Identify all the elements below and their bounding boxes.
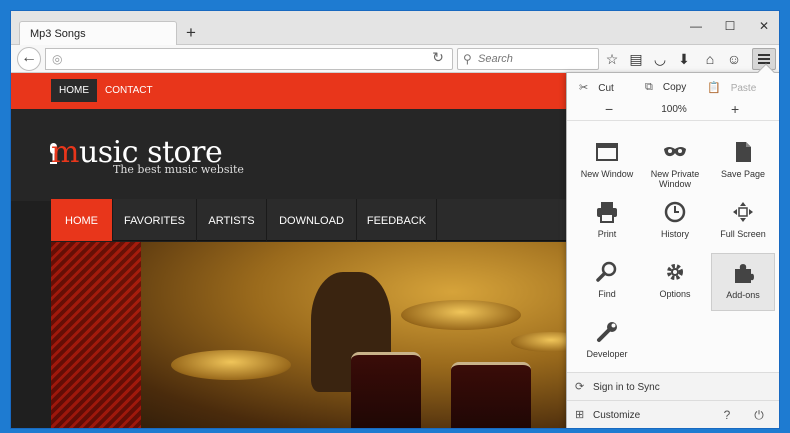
options-icon: [667, 264, 683, 280]
cymbal-right: [401, 300, 521, 330]
sync-row[interactable]: ⟳ Sign in to Sync: [567, 372, 779, 400]
drum-left: [351, 352, 421, 428]
main-nav-home[interactable]: HOME: [51, 199, 113, 241]
cut-icon: ✂: [579, 82, 589, 94]
bookmark-star-icon[interactable]: ☆: [601, 49, 623, 69]
print-icon: [597, 202, 617, 223]
find-icon: [596, 261, 617, 282]
new-window-icon: [596, 143, 618, 161]
back-arrow-icon: ←: [21, 49, 37, 66]
full-screen-icon: [733, 202, 753, 222]
main-nav-favorites[interactable]: FAVORITES: [113, 199, 197, 241]
help-icon[interactable]: ?: [717, 406, 737, 424]
back-button[interactable]: ←: [17, 47, 41, 71]
top-nav-contact[interactable]: CONTACT: [97, 79, 161, 102]
customize-button[interactable]: Customize: [593, 410, 640, 421]
reload-button[interactable]: ↻: [429, 50, 447, 68]
top-nav-home[interactable]: HOME: [51, 79, 97, 102]
download-icon[interactable]: ⬇: [673, 49, 695, 69]
options-label: Options: [659, 289, 691, 299]
addons-icon: [735, 264, 754, 283]
zoom-in-button[interactable]: +: [731, 102, 739, 116]
paste-label: Paste: [730, 83, 757, 94]
drum-right: [451, 362, 531, 428]
private-window-icon: [664, 147, 686, 157]
zoom-controls: − 100% +: [567, 99, 779, 121]
new-private-window-label: New Private Window: [650, 169, 700, 189]
history-icon: [664, 201, 686, 223]
customize-row: ⊞ Customize ? ⏻: [567, 400, 779, 428]
maximize-button[interactable]: ☐: [715, 17, 745, 37]
reading-list-icon[interactable]: ▤: [625, 49, 647, 69]
minimize-button[interactable]: —: [681, 17, 711, 37]
new-window-label: New Window: [580, 169, 634, 179]
addons-label: Add-ons: [726, 290, 760, 300]
new-tab-button[interactable]: +: [181, 23, 201, 43]
print-button[interactable]: Print: [575, 193, 639, 251]
addons-button[interactable]: Add-ons: [711, 253, 775, 311]
edit-controls: ✂ Cut ⧉ Copy 📋 Paste: [567, 77, 779, 97]
browser-window: Mp3 Songs + — ☐ ✕ ← ◎ ↻ ⚲ ☆ ▤ ◡ ⬇ ⌂ ☺ HO…: [10, 10, 780, 429]
home-icon[interactable]: ⌂: [699, 49, 721, 69]
options-button[interactable]: Options: [643, 253, 707, 311]
main-nav-artists[interactable]: ARTISTS: [197, 199, 267, 241]
customize-icon: ⊞: [575, 409, 585, 421]
close-button[interactable]: ✕: [749, 17, 779, 37]
developer-icon: [597, 322, 617, 342]
hello-icon[interactable]: ☺: [723, 49, 745, 69]
copy-icon: ⧉: [645, 81, 653, 93]
tab-mp3-songs[interactable]: Mp3 Songs: [19, 21, 177, 46]
find-button[interactable]: Find: [575, 253, 639, 311]
copy-label: Copy: [662, 82, 687, 93]
quit-icon[interactable]: ⏻: [749, 406, 769, 424]
save-page-button[interactable]: Save Page: [711, 133, 775, 191]
developer-button[interactable]: Developer: [575, 313, 639, 371]
tab-title: Mp3 Songs: [30, 28, 86, 40]
find-label: Find: [598, 289, 616, 299]
save-page-label: Save Page: [720, 169, 766, 179]
site-identity-icon[interactable]: ◎: [52, 52, 66, 66]
sync-icon: ⟳: [575, 381, 585, 393]
sync-label: Sign in to Sync: [593, 382, 660, 393]
history-button[interactable]: History: [643, 193, 707, 251]
pocket-icon[interactable]: ◡: [649, 49, 671, 69]
logo-initial: m: [51, 135, 79, 170]
full-screen-button[interactable]: Full Screen: [711, 193, 775, 251]
history-label: History: [660, 229, 689, 239]
copy-button[interactable]: ⧉ Copy: [645, 81, 686, 94]
site-tagline: The best music website: [113, 163, 244, 176]
search-bar[interactable]: ⚲: [457, 48, 599, 70]
paste-button[interactable]: 📋 Paste: [707, 81, 756, 94]
paste-icon: 📋: [707, 82, 721, 94]
url-bar[interactable]: ◎: [45, 48, 453, 70]
firefox-menu-panel: ✂ Cut ⧉ Copy 📋 Paste − 100% + New Window Ne…: [566, 63, 779, 428]
save-page-icon: [736, 142, 751, 162]
zoom-level[interactable]: 100%: [659, 104, 689, 115]
main-nav-download[interactable]: DOWNLOAD: [267, 199, 357, 241]
search-icon: ⚲: [463, 52, 472, 66]
print-label: Print: [597, 229, 617, 239]
new-window-button[interactable]: New Window: [575, 133, 639, 191]
search-input[interactable]: [478, 51, 593, 67]
menu-icon: [758, 54, 770, 56]
nav-toolbar: ← ◎ ↻ ⚲ ☆ ▤ ◡ ⬇ ⌂ ☺: [11, 45, 779, 73]
zoom-out-button[interactable]: −: [605, 102, 613, 116]
cut-label: Cut: [598, 83, 614, 94]
guitar-graphic: [51, 242, 141, 428]
new-private-window-button[interactable]: New Private Window: [643, 133, 707, 191]
main-nav-feedback[interactable]: FEEDBACK: [357, 199, 437, 241]
full-screen-label: Full Screen: [720, 229, 766, 239]
menu-icon-bar: [758, 58, 770, 60]
developer-label: Developer: [586, 349, 628, 359]
reload-icon: ↻: [432, 49, 444, 65]
tab-strip: Mp3 Songs + — ☐ ✕: [11, 11, 779, 46]
cymbal-left: [171, 350, 291, 380]
cut-button[interactable]: ✂ Cut: [579, 81, 614, 94]
